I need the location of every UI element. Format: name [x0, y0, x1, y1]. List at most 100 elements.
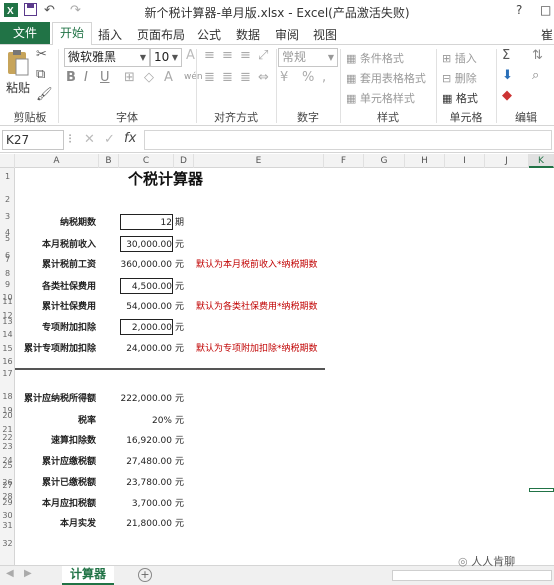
- help-button[interactable]: ?: [516, 3, 522, 17]
- row-header[interactable]: 22: [0, 433, 15, 442]
- row-label: 速算扣除数: [50, 436, 96, 446]
- column-header[interactable]: H: [405, 154, 445, 168]
- row-header[interactable]: 23: [0, 442, 15, 451]
- horizontal-scrollbar[interactable]: [392, 570, 552, 581]
- formula-bar: K27 ⁝ ✕ ✓ fx: [0, 127, 554, 153]
- row-header[interactable]: 14: [0, 330, 15, 339]
- fill-icon[interactable]: ⬇: [502, 68, 513, 83]
- row-header[interactable]: 30: [0, 511, 15, 520]
- format-cells-button[interactable]: ▦ 格式: [442, 90, 478, 106]
- column-header[interactable]: J: [485, 154, 529, 168]
- font-name-select[interactable]: 微软雅黑 ▼: [64, 48, 150, 67]
- row-header[interactable]: 11: [0, 297, 15, 306]
- paste-button[interactable]: 粘贴: [6, 79, 30, 96]
- italic-icon[interactable]: I: [84, 70, 88, 85]
- selected-cell[interactable]: [529, 488, 554, 492]
- row-header[interactable]: 3: [0, 212, 15, 221]
- tab-formulas[interactable]: 公式: [197, 26, 221, 43]
- font-color-icon[interactable]: A: [164, 70, 173, 85]
- column-header[interactable]: B: [99, 154, 119, 168]
- column-header[interactable]: C: [119, 154, 174, 168]
- row-header[interactable]: 15: [0, 344, 15, 353]
- column-header[interactable]: I: [445, 154, 485, 168]
- row-header[interactable]: 13: [0, 317, 15, 326]
- sheet-tab[interactable]: 计算器: [62, 566, 114, 585]
- row-header[interactable]: 8: [0, 269, 15, 278]
- fill-color-icon[interactable]: ◇: [144, 70, 154, 85]
- percent-icon[interactable]: %: [302, 70, 314, 85]
- restore-button[interactable]: □: [540, 3, 551, 17]
- insert-function-button[interactable]: fx: [124, 131, 136, 146]
- column-header[interactable]: E: [194, 154, 324, 168]
- paste-icon[interactable]: [6, 49, 30, 80]
- row-header[interactable]: 32: [0, 539, 15, 548]
- number-format-select[interactable]: 常规 ▼: [278, 48, 338, 67]
- user-name[interactable]: 崔: [541, 26, 553, 43]
- delete-cells-button[interactable]: ⊟ 删除: [442, 70, 477, 86]
- select-all-corner[interactable]: [0, 154, 15, 168]
- formula-input[interactable]: [144, 130, 552, 150]
- align-left-icon[interactable]: ≣: [204, 70, 215, 85]
- column-header[interactable]: F: [324, 154, 364, 168]
- row-header[interactable]: 27: [0, 481, 15, 490]
- row-header[interactable]: 5: [0, 234, 15, 243]
- align-right-icon[interactable]: ≣: [240, 70, 251, 85]
- column-header[interactable]: G: [364, 154, 405, 168]
- tab-view[interactable]: 视图: [313, 26, 337, 43]
- column-header[interactable]: D: [174, 154, 194, 168]
- row-header[interactable]: 2: [0, 195, 15, 204]
- copy-icon[interactable]: ⧉: [36, 67, 45, 82]
- row-header[interactable]: 29: [0, 498, 15, 507]
- orientation-icon[interactable]: ⤢: [258, 48, 268, 63]
- tab-insert[interactable]: 插入: [98, 26, 122, 43]
- bold-icon[interactable]: B: [66, 70, 76, 85]
- prev-sheet-icon[interactable]: ◀: [6, 568, 14, 579]
- row-header[interactable]: 31: [0, 521, 15, 530]
- phonetic-icon[interactable]: wén: [184, 72, 203, 82]
- comma-icon[interactable]: ,: [322, 70, 326, 85]
- format-painter-icon[interactable]: 🖌: [36, 87, 53, 102]
- align-top-icon[interactable]: ≡: [204, 48, 215, 63]
- row-header[interactable]: 17: [0, 369, 15, 378]
- clear-icon[interactable]: ◆: [502, 88, 512, 103]
- merge-icon[interactable]: ⇔: [258, 70, 269, 85]
- title-bar: X ↶ ↷ 新个税计算器-单月版.xlsx - Excel(产品激活失败) ? …: [0, 0, 554, 22]
- autosum-icon[interactable]: Σ: [502, 48, 510, 63]
- row-header[interactable]: 16: [0, 357, 15, 366]
- chevron-down-icon: ▼: [171, 53, 178, 62]
- row-header[interactable]: 20: [0, 411, 15, 420]
- increase-font-icon[interactable]: A: [186, 48, 195, 63]
- border-icon[interactable]: ⊞: [124, 70, 135, 85]
- add-sheet-button[interactable]: +: [138, 568, 152, 582]
- row-header[interactable]: 7: [0, 255, 15, 264]
- column-header[interactable]: A: [15, 154, 99, 168]
- currency-icon[interactable]: ¥: [280, 70, 288, 85]
- column-header-selected[interactable]: K: [529, 154, 554, 168]
- tab-review[interactable]: 审阅: [275, 26, 299, 43]
- align-middle-icon[interactable]: ≡: [222, 48, 233, 63]
- name-box-dropdown-icon[interactable]: ⁝: [68, 132, 72, 147]
- next-sheet-icon[interactable]: ▶: [24, 568, 32, 579]
- table-format-button[interactable]: ▦ 套用表格格式: [346, 70, 426, 86]
- row-header[interactable]: 18: [0, 392, 15, 401]
- row-header[interactable]: 9: [0, 280, 15, 289]
- tab-page-layout[interactable]: 页面布局: [137, 26, 185, 43]
- tab-home[interactable]: 开始: [52, 22, 92, 45]
- align-center-icon[interactable]: ≣: [222, 70, 233, 85]
- cut-icon[interactable]: ✂: [36, 47, 47, 62]
- sort-icon[interactable]: ⇅: [532, 48, 543, 63]
- row-header[interactable]: 25: [0, 461, 15, 470]
- conditional-format-button[interactable]: ▦ 条件格式: [346, 50, 404, 66]
- row-header[interactable]: 1: [0, 172, 15, 181]
- insert-cells-button[interactable]: ⊞ 插入: [442, 50, 477, 66]
- tab-file[interactable]: 文件: [0, 22, 50, 44]
- font-size-select[interactable]: 10 ▼: [150, 48, 182, 67]
- cell-style-button[interactable]: ▦ 单元格样式: [346, 90, 415, 106]
- cancel-icon[interactable]: ✕: [84, 132, 95, 147]
- align-bottom-icon[interactable]: ≡: [240, 48, 251, 63]
- name-box[interactable]: K27: [2, 130, 64, 150]
- tab-data[interactable]: 数据: [236, 26, 260, 43]
- underline-icon[interactable]: U: [100, 70, 110, 85]
- enter-icon[interactable]: ✓: [104, 132, 115, 147]
- find-icon[interactable]: ⌕: [532, 68, 539, 83]
